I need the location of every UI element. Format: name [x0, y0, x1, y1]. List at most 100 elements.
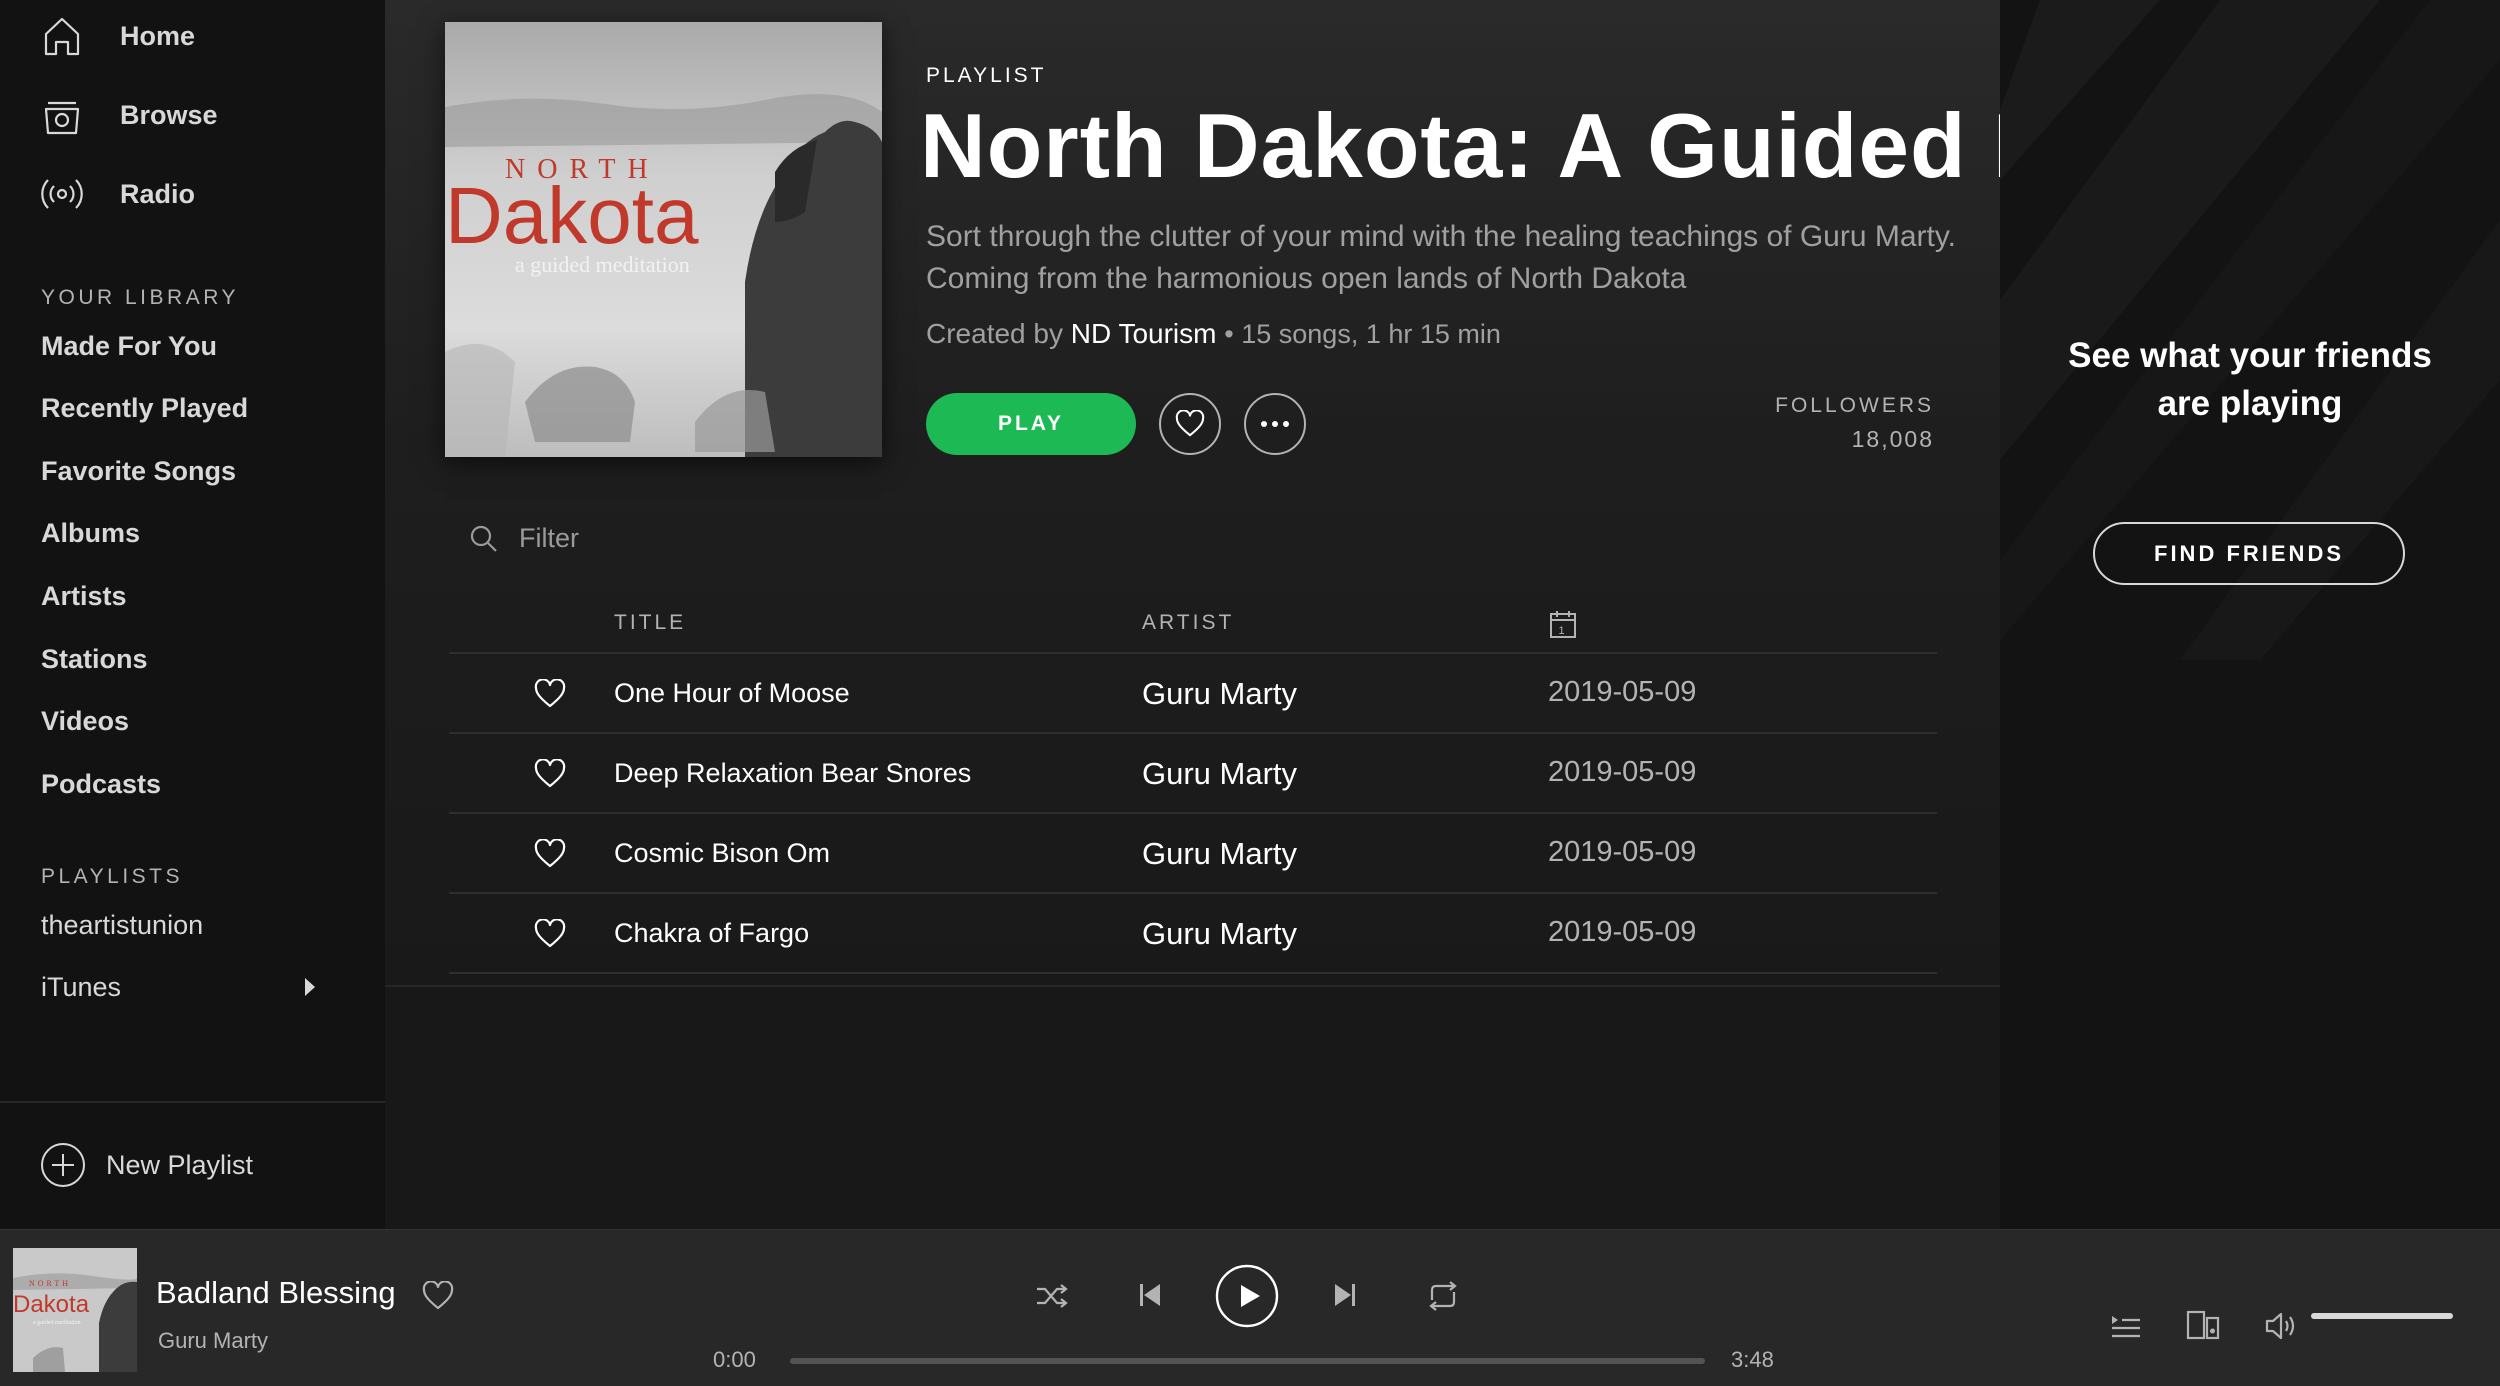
friends-title: See what your friends are playing [2000, 332, 2500, 428]
volume-slider[interactable] [2311, 1313, 2453, 1319]
player-bar: NORTH Dakota a guided meditation Badland… [0, 1229, 2500, 1386]
created-by-label: Created by [926, 318, 1063, 349]
library-item-podcasts[interactable]: Podcasts [41, 769, 161, 800]
track-date-added: 2019-05-09 [1548, 836, 1697, 868]
content-divider [385, 985, 2000, 987]
playlists-heading: PLAYLISTS [41, 865, 183, 888]
sidebar: Home Browse Radio YOUR LIBRARY Made For … [0, 0, 385, 1229]
progress-bar[interactable] [790, 1358, 1705, 1364]
svg-text:NORTH: NORTH [29, 1279, 71, 1288]
next-icon[interactable] [1333, 1282, 1357, 1308]
svg-text:1: 1 [1558, 625, 1567, 637]
heart-icon[interactable] [534, 759, 566, 789]
find-friends-button[interactable]: FIND FRIENDS [2093, 522, 2405, 585]
followers-count: 18,008 [1851, 426, 1934, 452]
library-item-artists[interactable]: Artists [41, 581, 127, 612]
previous-icon[interactable] [1138, 1282, 1162, 1308]
heart-icon[interactable] [534, 919, 566, 949]
new-playlist-label: New Playlist [106, 1149, 254, 1180]
now-playing-cover[interactable]: NORTH Dakota a guided meditation [13, 1248, 137, 1372]
nav-radio-label: Radio [120, 178, 196, 209]
track-title[interactable]: Chakra of Fargo [614, 918, 809, 949]
playlist-cover[interactable]: NORTH Dakota a guided meditation [445, 22, 882, 457]
devices-icon[interactable] [2186, 1310, 2220, 1342]
cover-line3: a guided meditation [515, 252, 690, 277]
nav-radio[interactable]: Radio [40, 172, 195, 216]
track-date-added: 2019-05-09 [1548, 676, 1697, 708]
meta-separator: • [1224, 319, 1242, 349]
followers-block: FOLLOWERS 18,008 [385, 394, 2000, 453]
library-item-recently-played[interactable]: Recently Played [41, 393, 248, 424]
track-date-added: 2019-05-09 [1548, 756, 1697, 788]
description-line-1: Sort through the clutter of your mind wi… [926, 220, 1956, 253]
playlist-item-itunes[interactable]: iTunes [41, 972, 121, 1003]
playlist-owner-link[interactable]: ND Tourism [1071, 318, 1217, 349]
filter-input[interactable]: Filter [469, 523, 579, 554]
column-title[interactable]: TITLE [614, 611, 686, 635]
friends-title-line-2: are playing [2157, 384, 2343, 423]
filter-placeholder: Filter [519, 523, 579, 553]
plus-circle-icon [41, 1143, 85, 1187]
column-artist[interactable]: ARTIST [1142, 611, 1234, 635]
playlist-stats: 15 songs, 1 hr 15 min [1241, 319, 1501, 349]
track-list-header: TITLE ARTIST 1 [449, 603, 1937, 654]
track-artist[interactable]: Guru Marty [1142, 836, 1297, 872]
home-icon [44, 17, 80, 56]
track-artist[interactable]: Guru Marty [1142, 756, 1297, 792]
time-current: 0:00 [713, 1347, 756, 1372]
library-item-favorite-songs[interactable]: Favorite Songs [41, 456, 236, 487]
calendar-icon[interactable]: 1 [1549, 609, 1577, 639]
now-playing-artist[interactable]: Guru Marty [158, 1328, 268, 1354]
app-window: Home Browse Radio YOUR LIBRARY Made For … [0, 0, 2500, 1386]
track-row[interactable]: Cosmic Bison Om Guru Marty 2019-05-09 [449, 814, 1937, 894]
svg-text:a guided meditation: a guided meditation [33, 1320, 81, 1326]
volume-icon[interactable] [2265, 1311, 2297, 1341]
time-total: 3:48 [1731, 1347, 1774, 1372]
library-item-albums[interactable]: Albums [41, 518, 140, 549]
track-row[interactable]: Deep Relaxation Bear Snores Guru Marty 2… [449, 734, 1937, 814]
playlist-item-theartistunion[interactable]: theartistunion [41, 910, 203, 941]
now-playing-title[interactable]: Badland Blessing [156, 1275, 396, 1311]
queue-icon[interactable] [2110, 1314, 2142, 1340]
library-heading: YOUR LIBRARY [41, 286, 239, 309]
playlist-type-label: PLAYLIST [926, 64, 1047, 87]
track-artist[interactable]: Guru Marty [1142, 676, 1297, 712]
now-playing-artwork: NORTH Dakota a guided meditation [13, 1248, 137, 1372]
shuffle-icon[interactable] [1035, 1281, 1069, 1311]
nav-browse-label: Browse [120, 99, 218, 130]
nav-home-label: Home [120, 20, 196, 51]
heart-icon[interactable] [534, 679, 566, 709]
playlist-meta: Created by ND Tourism • 15 songs, 1 hr 1… [926, 318, 1501, 350]
followers-label: FOLLOWERS [1775, 394, 1934, 417]
heart-icon[interactable] [534, 839, 566, 869]
library-item-stations[interactable]: Stations [41, 644, 148, 675]
friends-title-line-1: See what your friends [2068, 336, 2432, 375]
nav-browse[interactable]: Browse [40, 93, 218, 137]
sidebar-divider [0, 1101, 385, 1103]
description-line-2: Coming from the harmonious open lands of… [926, 262, 1687, 295]
library-item-made-for-you[interactable]: Made For You [41, 331, 217, 362]
repeat-icon[interactable] [1426, 1280, 1460, 1312]
new-playlist-button[interactable]: New Playlist [40, 1142, 253, 1188]
browse-icon [44, 101, 80, 135]
cover-line2: Dakota [445, 171, 699, 260]
track-date-added: 2019-05-09 [1548, 916, 1697, 948]
track-row[interactable]: One Hour of Moose Guru Marty 2019-05-09 [449, 654, 1937, 734]
library-item-videos[interactable]: Videos [41, 706, 129, 737]
track-title[interactable]: Cosmic Bison Om [614, 838, 830, 869]
search-icon [470, 525, 497, 552]
volume-fill [2311, 1313, 2453, 1319]
track-title[interactable]: Deep Relaxation Bear Snores [614, 758, 971, 789]
friends-background-pattern [2000, 0, 2500, 660]
radio-icon [41, 179, 83, 209]
track-title[interactable]: One Hour of Moose [614, 678, 850, 709]
svg-text:Dakota: Dakota [13, 1291, 90, 1318]
heart-icon[interactable] [422, 1281, 454, 1311]
track-artist[interactable]: Guru Marty [1142, 916, 1297, 952]
track-row[interactable]: Chakra of Fargo Guru Marty 2019-05-09 [449, 894, 1937, 974]
play-icon[interactable] [1215, 1264, 1279, 1328]
caret-right-icon[interactable] [303, 976, 317, 998]
friend-activity-panel: See what your friends are playing FIND F… [2000, 0, 2500, 1229]
nav-home[interactable]: Home [40, 14, 195, 58]
main-view: NORTH Dakota a guided meditation PLAYLIS… [385, 0, 2457, 1229]
